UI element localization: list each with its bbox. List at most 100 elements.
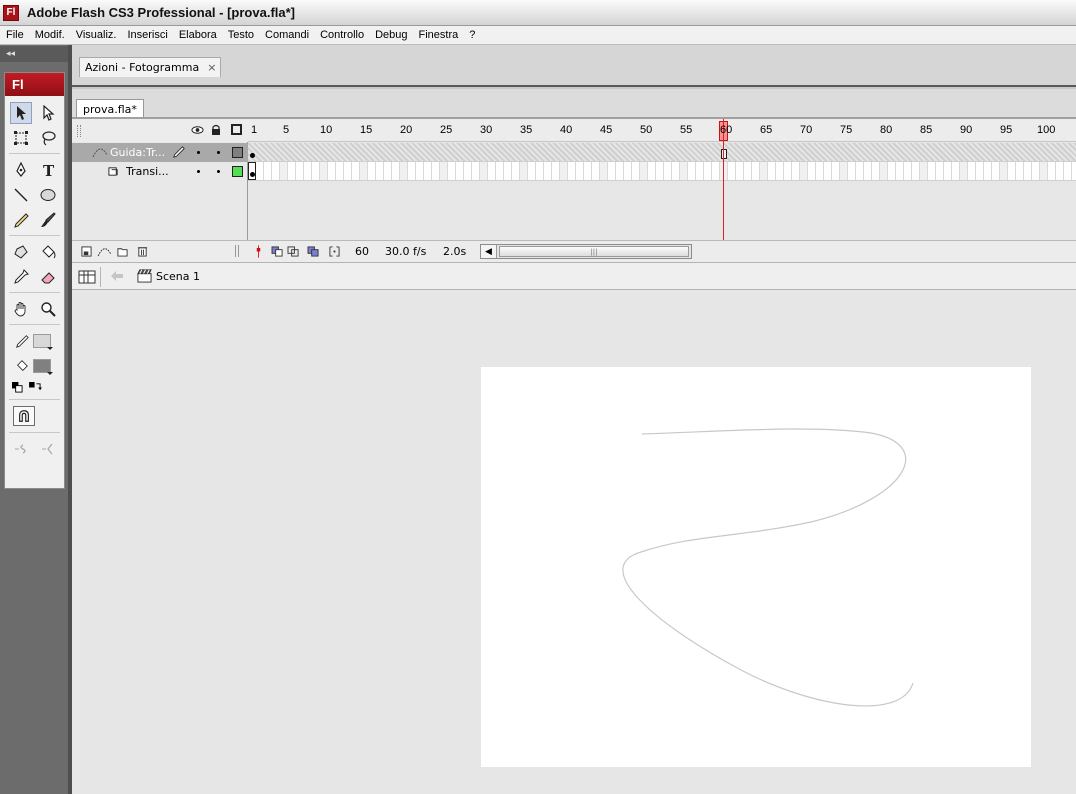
lasso-tool-icon[interactable] (37, 127, 59, 149)
frame-row-tween[interactable] (248, 162, 1076, 181)
modify-onion-markers-icon[interactable] (329, 246, 340, 257)
frame-cell-5th[interactable] (960, 162, 967, 180)
window-title: Adobe Flash CS3 Professional - [prova.fl… (27, 5, 295, 20)
pasteboard[interactable] (72, 290, 1076, 794)
outline-icon[interactable] (231, 124, 242, 135)
paint-bucket-tool-icon[interactable] (37, 241, 59, 263)
splitter-grip-icon[interactable] (235, 245, 239, 257)
back-arrow-icon[interactable] (110, 270, 124, 282)
frame-cell-5th[interactable] (760, 162, 767, 180)
delete-layer-icon[interactable] (137, 245, 148, 257)
frame-cell-5th[interactable] (840, 162, 847, 180)
close-icon[interactable]: × (207, 61, 216, 74)
add-motion-guide-icon[interactable] (97, 246, 112, 257)
frame-cell-5th[interactable] (680, 162, 687, 180)
frame-cell-5th[interactable] (400, 162, 407, 180)
default-colors-icon[interactable] (12, 381, 23, 393)
hand-tool-icon[interactable] (10, 298, 32, 320)
brush-tool-icon[interactable] (37, 209, 59, 231)
scene-label[interactable]: Scena 1 (156, 270, 200, 283)
center-frame-icon[interactable] (255, 245, 262, 258)
onion-skin-icon[interactable] (271, 246, 284, 257)
new-folder-icon[interactable] (117, 246, 128, 257)
layer-row-guide[interactable]: Guida:Tr... (72, 143, 248, 162)
free-transform-tool-icon[interactable] (10, 127, 32, 149)
frame-number-40: 40 (560, 124, 573, 136)
keyframe-dot[interactable] (250, 153, 255, 158)
oval-tool-icon[interactable] (37, 184, 59, 206)
frame-cell-5th[interactable] (640, 162, 647, 180)
onion-skin-outlines-icon[interactable] (287, 246, 300, 257)
flash-app-icon[interactable]: Fl (3, 4, 19, 21)
menu-modify[interactable]: Modif. (29, 29, 70, 41)
frame-cell-5th[interactable] (440, 162, 447, 180)
layer-name-tween: Transi... (126, 165, 169, 178)
frame-ruler[interactable]: 1 5 10 15 20 25 30 35 40 45 50 55 60 65 70 75 80 85 90 95 10… (248, 119, 1076, 142)
selected-keyframe-outline[interactable] (248, 162, 256, 180)
layer-lock-dot[interactable] (217, 170, 220, 173)
stage[interactable] (481, 367, 1031, 767)
scroll-thumb[interactable]: ||| (499, 246, 689, 257)
layer-color-swatch[interactable] (232, 166, 243, 177)
frame-cell-5th[interactable] (600, 162, 607, 180)
menu-debug[interactable]: Debug (369, 29, 412, 41)
eyedropper-tool-icon[interactable] (10, 266, 32, 288)
eraser-tool-icon[interactable] (37, 266, 59, 288)
fill-color-swatch[interactable] (33, 358, 53, 375)
new-layer-icon[interactable] (81, 246, 92, 257)
frame-rate-readout[interactable]: 30.0 f/s (385, 245, 426, 258)
frame-cell-5th[interactable] (560, 162, 567, 180)
layer-row-tween[interactable]: Transi... (72, 162, 248, 181)
frame-cell-5th[interactable] (320, 162, 327, 180)
menu-file[interactable]: File (0, 29, 29, 41)
line-tool-icon[interactable] (10, 184, 32, 206)
timeline-toggle-icon[interactable] (78, 269, 96, 285)
collapse-toolbar-button[interactable]: ◂◂ (0, 46, 68, 62)
menu-view[interactable]: Visualiz. (70, 29, 122, 41)
frame-cell-5th[interactable] (800, 162, 807, 180)
scroll-left-arrow[interactable]: ◀ (481, 245, 497, 258)
frame-row-guide[interactable] (248, 143, 1076, 162)
eye-icon[interactable] (191, 125, 204, 135)
layer-color-swatch[interactable] (232, 147, 243, 158)
drag-grip-icon[interactable] (77, 125, 81, 137)
menu-control[interactable]: Controllo (314, 29, 369, 41)
menu-text[interactable]: Testo (222, 29, 259, 41)
selection-tool-icon[interactable] (10, 101, 33, 124)
edit-multiple-frames-icon[interactable] (307, 246, 320, 257)
frame-number-70: 70 (800, 124, 813, 136)
ink-bottle-tool-icon[interactable] (10, 241, 32, 263)
frame-cell-5th[interactable] (1000, 162, 1007, 180)
frame-cell-5th[interactable] (480, 162, 487, 180)
menu-insert[interactable]: Inserisci (121, 29, 172, 41)
snap-to-objects-icon[interactable] (13, 406, 35, 426)
stroke-color-swatch[interactable] (33, 333, 53, 350)
frame-cell-5th[interactable] (280, 162, 287, 180)
frame-cell-5th[interactable] (360, 162, 367, 180)
frame-cell-5th[interactable] (880, 162, 887, 180)
layer-visible-dot[interactable] (197, 170, 200, 173)
document-tab[interactable]: prova.fla* (76, 99, 144, 118)
layer-lock-dot[interactable] (217, 151, 220, 154)
menu-commands[interactable]: Comandi (259, 29, 314, 41)
lock-icon[interactable] (211, 124, 221, 136)
frame-cell-5th[interactable] (520, 162, 527, 180)
swap-colors-icon[interactable] (29, 381, 42, 393)
frame-cell-5th[interactable] (1040, 162, 1047, 180)
pen-tool-icon[interactable] (10, 159, 32, 181)
text-tool-icon[interactable]: T (37, 159, 59, 181)
motion-guide-path[interactable] (481, 367, 1031, 767)
layer-visible-dot[interactable] (197, 151, 200, 154)
menu-window[interactable]: Finestra (413, 29, 464, 41)
zoom-tool-icon[interactable] (37, 298, 59, 320)
frame-cell-5th[interactable] (920, 162, 927, 180)
menu-elaborate[interactable]: Elabora (173, 29, 222, 41)
menu-help[interactable]: ? (463, 29, 480, 41)
pencil-tool-icon[interactable] (10, 209, 32, 231)
frame-grid[interactable] (248, 142, 1076, 240)
subselection-tool-icon[interactable] (37, 102, 59, 124)
end-frame-marker[interactable] (721, 149, 727, 159)
timeline-scrollbar[interactable]: ◀ ||| (480, 244, 692, 259)
actions-frame-tab[interactable]: Azioni - Fotogramma × (79, 57, 222, 77)
title-bar: Fl Adobe Flash CS3 Professional - [prova… (0, 0, 1076, 26)
